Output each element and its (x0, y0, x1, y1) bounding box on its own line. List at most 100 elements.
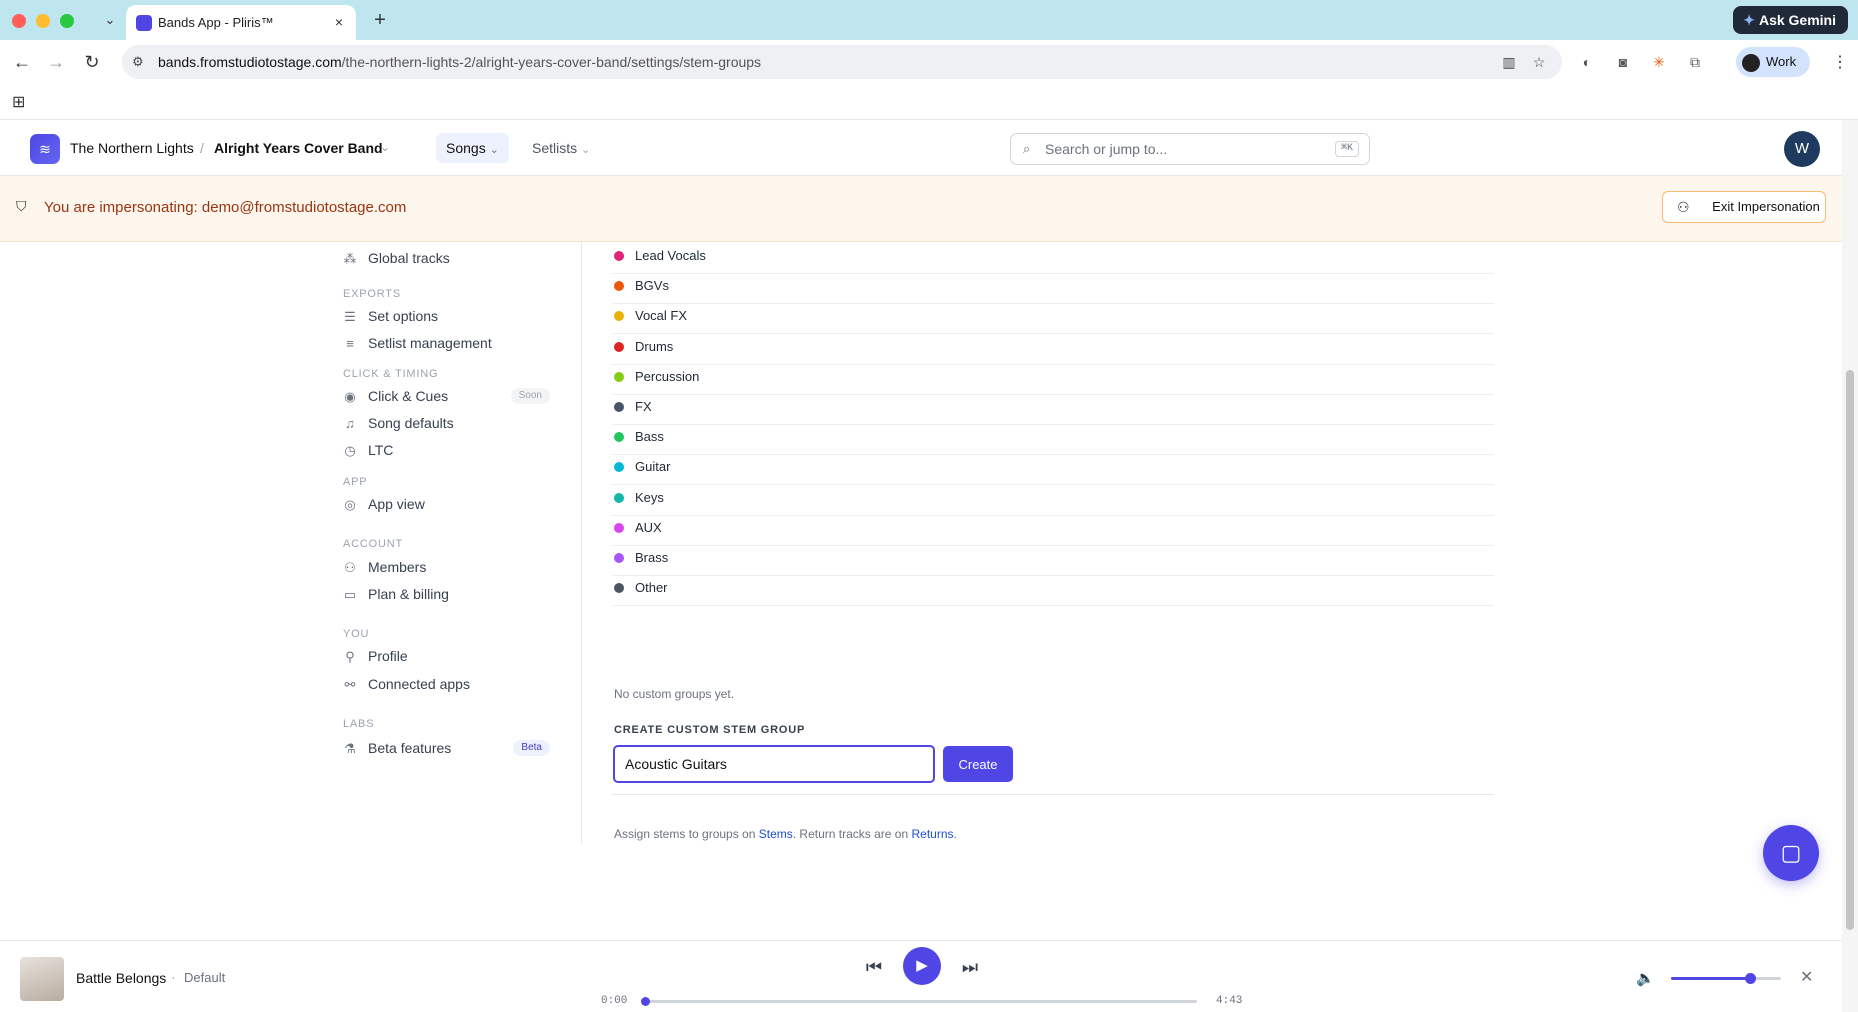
browser-tab-bar: ⌄ Bands App - Pliris™ × + ✦ Ask Gemini (0, 0, 1858, 40)
music-note-icon: ♫ (345, 416, 355, 431)
sidebar-item-label: Profile (368, 648, 408, 664)
scrollbar-thumb[interactable] (1846, 370, 1854, 930)
search-input[interactable] (1045, 138, 1305, 160)
nav-songs-menu[interactable]: Songs ⌄ (436, 133, 509, 163)
progress-handle[interactable] (641, 997, 650, 1006)
page-scrollbar[interactable] (1842, 120, 1858, 1012)
sidebar-item-beta-features[interactable]: ⚗ Beta features Beta (342, 736, 558, 760)
credit-card-icon: ▭ (343, 587, 357, 602)
browser-tab-active[interactable]: Bands App - Pliris™ × (126, 5, 356, 40)
stem-group-name: Lead Vocals (635, 248, 706, 263)
address-bar[interactable]: ⚙ bands.fromstudiotostage.com/the-northe… (122, 45, 1562, 79)
stem-group-name: Keys (635, 489, 664, 505)
current-time: 0:00 (601, 995, 628, 1007)
impersonation-banner: ⛉ You are impersonating: demo@fromstudio… (0, 176, 1842, 242)
profile-avatar-icon (1742, 53, 1760, 72)
link-icon: ⚯ (344, 677, 356, 692)
stems-link[interactable]: Stems (759, 827, 793, 841)
sidebar-item-app-view[interactable]: ◎ App view (342, 492, 558, 516)
stem-group-color-dot (614, 462, 624, 473)
url-host: bands.fromstudiotostage.com (158, 54, 342, 70)
sidebar-item-members[interactable]: ⚇ Members (342, 555, 558, 579)
next-track-icon[interactable]: ⏭ (958, 955, 982, 979)
bookmarks-bar: ⊞ (0, 84, 1858, 120)
ask-gemini-button[interactable]: ✦ Ask Gemini (1733, 6, 1848, 34)
tab-close-icon[interactable]: × (330, 13, 348, 31)
sidebar-item-global-tracks[interactable]: ⁂ Global tracks (342, 246, 558, 270)
bookmark-star-icon[interactable]: ☆ (1530, 53, 1548, 71)
volume-slider[interactable] (1671, 973, 1781, 984)
new-tab-plus-icon[interactable]: + (368, 8, 392, 32)
stem-group-name: Bass (635, 429, 664, 445)
nav-setlists-menu[interactable]: Setlists ⌄ (526, 133, 596, 163)
sidebar-item-click-cues[interactable]: ◉ Click & Cues Soon (342, 384, 558, 408)
window-minimize-button[interactable] (36, 14, 50, 28)
stem-group-name: Other (635, 580, 668, 596)
sidebar-item-setlist-management[interactable]: ≡ Setlist management (342, 331, 558, 355)
breadcrumb-band[interactable]: Alright Years Cover Band (214, 140, 383, 156)
url-text[interactable]: bands.fromstudiotostage.com/the-northern… (158, 54, 761, 70)
create-stem-group-button[interactable]: Create (943, 746, 1013, 782)
sidebar-item-label: Click & Cues (368, 388, 449, 404)
returns-link[interactable]: Returns (911, 827, 953, 841)
app-favicon-icon (136, 15, 152, 31)
browser-menu-icon[interactable]: ⋮ (1832, 52, 1848, 72)
assign-note-middle: . Return tracks are on (792, 827, 912, 841)
sidebar-item-plan-billing[interactable]: ▭ Plan & billing (342, 582, 558, 606)
screenshot-camera-icon[interactable]: ◙ (1614, 53, 1632, 71)
volume-icon[interactable]: 🔈 (1636, 969, 1655, 987)
gemini-sparkle-icon: ✦ (1743, 12, 1755, 28)
shield-icon: ⛉ (16, 198, 27, 214)
window-zoom-button[interactable] (60, 14, 74, 28)
back-arrow-icon[interactable]: ← (10, 50, 34, 74)
volume-fill (1671, 977, 1751, 980)
sidebar-item-connected-apps[interactable]: ⚯ Connected apps (342, 672, 558, 696)
track-title[interactable]: Battle Belongs (76, 970, 166, 986)
sidebar-item-label: Connected apps (368, 676, 470, 692)
site-info-icon[interactable]: ⚙ (132, 54, 144, 70)
previous-track-icon[interactable]: ⏮ (862, 955, 886, 979)
impersonation-text: You are impersonating: demo@fromstudioto… (44, 199, 407, 216)
browser-profile-button[interactable]: Work (1736, 47, 1811, 77)
sidebar-item-set-options[interactable]: ☰ Set options (342, 304, 558, 328)
play-button[interactable]: ▶ (903, 947, 941, 985)
soon-badge: Soon (510, 388, 550, 404)
global-search[interactable]: ⌕ ⌘K (1010, 133, 1370, 165)
exit-impersonation-label: Exit Impersonation (1712, 199, 1820, 214)
user-avatar[interactable]: W (1784, 131, 1820, 167)
window-close-button[interactable] (12, 14, 26, 28)
exit-impersonation-button[interactable]: ⚇ Exit Impersonation (1662, 191, 1826, 223)
close-player-icon[interactable]: ✕ (1800, 967, 1813, 987)
extensions-puzzle-icon[interactable]: ⧉ (1686, 53, 1704, 71)
sidebar-item-song-defaults[interactable]: ♫ Song defaults (342, 411, 558, 435)
assign-note-prefix: Assign stems to groups on (614, 827, 759, 841)
apps-grid-icon[interactable]: ⊞ (12, 92, 25, 112)
create-stem-group-heading: CREATE CUSTOM STEM GROUP (614, 724, 806, 736)
volume-handle[interactable] (1745, 973, 1757, 984)
album-artwork (20, 957, 64, 1001)
total-time: 4:43 (1216, 995, 1243, 1007)
playback-progress-bar[interactable] (641, 997, 1197, 1006)
forward-arrow-icon[interactable]: → (44, 50, 68, 74)
url-path: /the-northern-lights-2/alright-years-cov… (341, 54, 762, 70)
tab-search-chevron-icon[interactable]: ⌄ (98, 9, 122, 31)
sidebar-section-labs: LABS (343, 718, 375, 730)
custom-stem-group-name-input[interactable] (613, 745, 935, 783)
extension-translate-icon[interactable]: ◐ (1578, 53, 1596, 71)
reload-icon[interactable]: ↻ (80, 50, 104, 74)
sidebar-item-ltc[interactable]: ◷ LTC (342, 438, 558, 462)
reading-mode-icon[interactable]: ▥ (1500, 53, 1518, 71)
stem-group-name: Drums (635, 338, 674, 354)
extension-sparkle-icon[interactable]: ✳ (1650, 53, 1668, 71)
timer-icon: ◷ (344, 443, 356, 458)
stem-group-name: FX (635, 399, 652, 414)
stem-group-color-dot (614, 432, 624, 443)
search-shortcut-badge: ⌘K (1334, 141, 1359, 157)
breadcrumb-org[interactable]: The Northern Lights (70, 140, 194, 156)
band-switcher-chevron-icon[interactable]: ⌄ (380, 140, 390, 154)
chat-support-button[interactable]: ▢ (1763, 825, 1819, 881)
sidebar-item-profile[interactable]: ⚲ Profile (342, 644, 558, 668)
app-logo-icon[interactable]: ≋ (30, 134, 60, 164)
stem-group-name: BGVs (635, 278, 669, 294)
stem-group-color-dot (614, 371, 624, 382)
